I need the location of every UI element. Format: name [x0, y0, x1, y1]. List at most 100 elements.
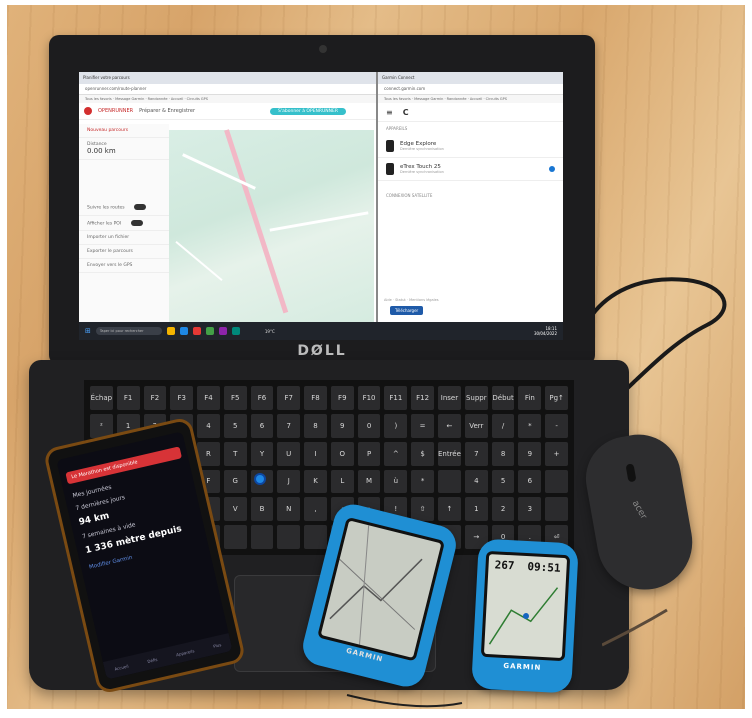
keyboard-key[interactable]	[545, 469, 568, 494]
keyboard-key[interactable]: 6	[250, 413, 274, 438]
keyboard-key[interactable]: F6	[250, 386, 274, 410]
keyboard-key[interactable]: V	[223, 497, 247, 522]
keyboard-key[interactable]: 4	[464, 469, 488, 494]
keyboard-key[interactable]: J	[277, 469, 301, 494]
poi-toggle[interactable]	[130, 219, 143, 226]
system-clock[interactable]: 18:11 30/04/2022	[534, 326, 557, 336]
keyboard-key[interactable]: /	[491, 413, 515, 438]
chrome-icon[interactable]	[205, 327, 214, 335]
keyboard-key[interactable]: ←	[437, 413, 461, 438]
keyboard-key[interactable]: )	[384, 413, 408, 438]
app-name[interactable]: OPENRUNNER	[98, 108, 133, 114]
keyboard-key[interactable]: F9	[330, 386, 354, 410]
keyboard-key[interactable]: I	[304, 441, 327, 466]
nav-item-devices[interactable]: Appareils	[176, 648, 195, 657]
keyboard-key[interactable]: 4	[197, 413, 220, 438]
nav-item-home[interactable]: Accueil	[114, 663, 129, 671]
keyboard-key[interactable]: K	[304, 469, 327, 494]
keyboard-key[interactable]	[250, 525, 274, 549]
taskbar-search[interactable]: Taper ici pour rechercher	[95, 327, 162, 335]
subscribe-button[interactable]: S'abonner à OPENRUNNER	[270, 107, 346, 115]
keyboard-key[interactable]: L	[330, 469, 354, 494]
keyboard-key[interactable]: Verr	[464, 413, 488, 438]
bookmarks-bar[interactable]: Tous les favoris · Message Garmin · Rand…	[79, 95, 376, 103]
browser-tab[interactable]: Garmin Connect	[378, 72, 563, 84]
keyboard-key[interactable]: F1	[116, 386, 140, 410]
garmin-logo[interactable]: C	[403, 108, 409, 117]
keyboard-key[interactable]: N	[277, 497, 301, 522]
keyboard-key[interactable]: B	[250, 497, 274, 522]
keyboard-key[interactable]: -	[545, 413, 568, 438]
browser-tab[interactable]: Planifier votre parcours	[79, 72, 376, 84]
keyboard-key[interactable]: *	[518, 413, 542, 438]
keyboard-key[interactable]: P	[357, 441, 381, 466]
keyboard-key[interactable]: +	[545, 441, 568, 466]
keyboard-key[interactable]	[437, 469, 461, 494]
keyboard-key[interactable]: 9	[518, 441, 542, 466]
app-icon[interactable]	[218, 327, 227, 335]
keyboard-key[interactable]: 8	[304, 413, 327, 438]
keyboard-key[interactable]: Y	[250, 441, 274, 466]
keyboard-key[interactable]: $	[411, 441, 434, 466]
keyboard-key[interactable]: 6	[518, 469, 542, 494]
keyboard-key[interactable]: T	[223, 441, 247, 466]
keyboard-key[interactable]: 8	[491, 441, 515, 466]
panel-item[interactable]: Exporter le parcours	[79, 245, 169, 259]
keyboard-key[interactable]: Suppr	[464, 386, 488, 410]
keyboard-key[interactable]	[223, 525, 247, 549]
address-bar[interactable]: openrunner.com/route-planner	[79, 84, 376, 95]
weather-readout[interactable]: 19°C	[265, 329, 275, 334]
app-icon[interactable]	[192, 327, 201, 335]
keyboard-key[interactable]: ↑	[437, 497, 461, 522]
keyboard-key[interactable]: O	[330, 441, 354, 466]
footer-links[interactable]: Aide · Statut · Mentions légales	[384, 298, 557, 302]
keyboard-key[interactable]: 0	[357, 413, 381, 438]
keyboard-key[interactable]: F4	[197, 386, 220, 410]
keyboard-key[interactable]: ,	[304, 497, 327, 522]
panel-item[interactable]: Importer un fichier	[79, 231, 169, 245]
keyboard-key[interactable]: 9	[330, 413, 354, 438]
device-item[interactable]: Edge Explore Dernière synchronisation	[378, 135, 563, 158]
keyboard-key[interactable]: 5	[491, 469, 515, 494]
menu-icon[interactable]: ≡	[386, 108, 393, 117]
keyboard-key[interactable]: F10	[357, 386, 381, 410]
address-bar[interactable]: connect.garmin.com	[378, 84, 563, 95]
keyboard-key[interactable]: F3	[170, 386, 194, 410]
keyboard-key[interactable]: 5	[223, 413, 247, 438]
keyboard-key[interactable]: F5	[223, 386, 247, 410]
route-map[interactable]	[169, 129, 374, 322]
keyboard-key[interactable]: ù	[384, 469, 408, 494]
keyboard-key[interactable]: F12	[411, 386, 434, 410]
device-item[interactable]: eTrex Touch 25 Dernière synchronisation	[378, 158, 563, 181]
download-button[interactable]: Télécharger	[390, 306, 424, 315]
keyboard-key[interactable]: ^	[384, 441, 408, 466]
keyboard-key[interactable]: ⇧	[411, 497, 434, 522]
keyboard-key[interactable]: Début	[491, 386, 515, 410]
keyboard-key[interactable]: 1	[464, 497, 488, 522]
keyboard-key[interactable]: M	[357, 469, 381, 494]
keyboard-key[interactable]: F8	[304, 386, 327, 410]
keyboard-key[interactable]: =	[411, 413, 434, 438]
keyboard-key[interactable]: 7	[464, 441, 488, 466]
start-icon[interactable]: ⊞	[85, 327, 91, 335]
keyboard-key[interactable]: 3	[518, 497, 542, 522]
nav-item-more[interactable]: Plus	[213, 642, 222, 649]
keyboard-key[interactable]: Entrée	[437, 441, 461, 466]
bookmarks-bar[interactable]: Tous les favoris · Message Garmin · Rand…	[378, 95, 563, 103]
keyboard-key[interactable]: Fin	[518, 386, 542, 410]
keyboard-key[interactable]: Inser	[437, 386, 461, 410]
keyboard-key[interactable]	[304, 525, 327, 549]
keyboard-key[interactable]	[277, 525, 301, 549]
keyboard-key[interactable]	[545, 497, 568, 522]
keyboard-key[interactable]: Pg↑	[545, 386, 568, 410]
app-icon[interactable]	[231, 327, 240, 335]
keyboard-key[interactable]: *	[411, 469, 434, 494]
explorer-icon[interactable]	[166, 327, 175, 335]
keyboard-key[interactable]: Échap	[90, 386, 113, 410]
keyboard-key[interactable]: 2	[491, 497, 515, 522]
keyboard-key[interactable]: F2	[143, 386, 167, 410]
edge-icon[interactable]	[179, 327, 188, 335]
nav-item-challenges[interactable]: Défis	[147, 656, 158, 663]
header-link[interactable]: Préparer & Enregistrer	[139, 108, 195, 114]
keyboard-key[interactable]: F7	[277, 386, 301, 410]
